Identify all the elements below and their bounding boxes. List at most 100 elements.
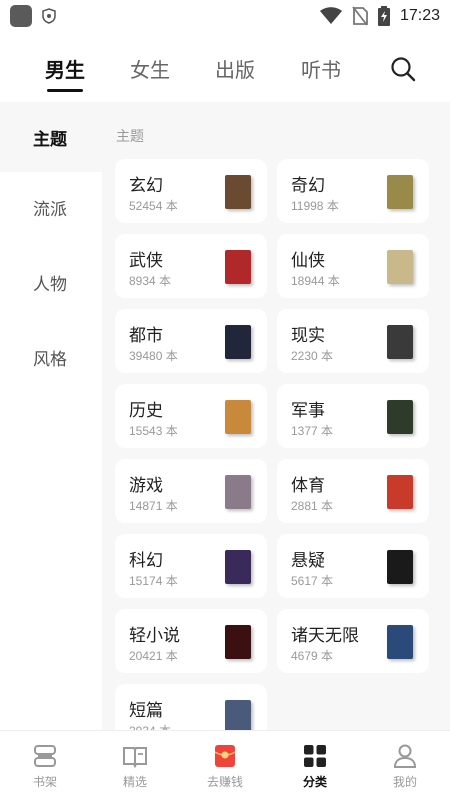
status-bar: 17:23 xyxy=(0,0,450,32)
category-card[interactable]: 仙侠 18944 本 xyxy=(277,234,429,298)
category-name: 轻小说 xyxy=(129,626,180,646)
book-count-unit: 本 xyxy=(165,349,178,363)
category-grid: 主题 玄幻 52454 本奇幻 11998 本武侠 8934 本仙侠 18944 本都市… xyxy=(102,102,450,730)
nav-label: 分类 xyxy=(302,775,327,789)
category-book-count: 39480 本 xyxy=(129,347,178,364)
category-card[interactable]: 军事 1377 本 xyxy=(277,384,429,448)
category-book-count: 5617 本 xyxy=(291,572,333,589)
nav-earn[interactable]: 去赚钱 xyxy=(180,731,270,800)
red-envelope-icon xyxy=(214,745,236,767)
book-count-number: 39480 xyxy=(129,349,163,363)
tab-audiobook[interactable]: 听书 xyxy=(301,54,341,83)
category-card[interactable]: 都市 39480 本 xyxy=(115,309,267,373)
category-sidebar: 主题 流派 人物 风格 xyxy=(0,102,102,730)
bottom-nav-bar: 书架 精选 去赚钱 分类 我的 xyxy=(0,730,450,800)
tab-publish[interactable]: 出版 xyxy=(215,54,255,83)
book-count-unit: 本 xyxy=(165,499,178,513)
book-cover-thumbnail xyxy=(225,175,251,209)
sidebar-item-genre[interactable]: 流派 xyxy=(0,172,102,242)
book-count-number: 8934 xyxy=(129,274,156,288)
category-book-count: 2934 本 xyxy=(129,722,171,730)
book-count-number: 52454 xyxy=(129,199,163,213)
book-count-unit: 本 xyxy=(165,199,178,213)
nav-label: 我的 xyxy=(392,775,417,789)
book-count-number: 15543 xyxy=(129,424,163,438)
book-count-unit: 本 xyxy=(165,424,178,438)
open-book-icon xyxy=(123,747,147,769)
book-count-number: 1377 xyxy=(291,424,318,438)
nav-bookshelf[interactable]: 书架 xyxy=(0,731,90,800)
book-count-unit: 本 xyxy=(321,424,334,438)
category-name: 奇幻 xyxy=(291,176,325,196)
category-name: 现实 xyxy=(291,326,325,346)
book-cover-thumbnail xyxy=(225,325,251,359)
category-book-count: 2230 本 xyxy=(291,347,333,364)
book-cover-thumbnail xyxy=(387,550,413,584)
book-cover-thumbnail xyxy=(387,325,413,359)
grid-icon xyxy=(304,745,326,767)
category-book-count: 15174 本 xyxy=(129,572,178,589)
book-cover-thumbnail xyxy=(225,400,251,434)
category-book-count: 18944 本 xyxy=(291,272,340,289)
book-count-unit: 本 xyxy=(327,274,340,288)
category-name: 科幻 xyxy=(129,551,163,571)
category-name: 体育 xyxy=(291,476,325,496)
section-title: 主题 xyxy=(116,129,144,145)
tab-male[interactable]: 男生 xyxy=(45,54,85,83)
category-name: 历史 xyxy=(129,401,163,421)
book-count-number: 2230 xyxy=(291,349,318,363)
category-name: 诸天无限 xyxy=(291,626,359,646)
book-cover-thumbnail xyxy=(387,475,413,509)
no-sim-icon xyxy=(352,6,368,26)
category-card[interactable]: 现实 2230 本 xyxy=(277,309,429,373)
person-icon xyxy=(393,744,417,768)
book-cover-thumbnail xyxy=(225,625,251,659)
book-count-number: 11998 xyxy=(291,199,324,213)
book-count-unit: 本 xyxy=(165,649,178,663)
book-count-number: 20421 xyxy=(129,649,163,663)
book-count-unit: 本 xyxy=(165,574,178,588)
category-name: 武侠 xyxy=(129,251,163,271)
book-cover-thumbnail xyxy=(225,250,251,284)
book-count-unit: 本 xyxy=(321,574,334,588)
top-tab-bar: 男生 女生 出版 听书 xyxy=(0,32,450,102)
nav-label: 去赚钱 xyxy=(206,775,243,789)
book-count-number: 4679 xyxy=(291,649,318,663)
category-name: 军事 xyxy=(291,401,325,421)
book-cover-thumbnail xyxy=(387,250,413,284)
category-card[interactable]: 奇幻 11998 本 xyxy=(277,159,429,223)
nav-profile[interactable]: 我的 xyxy=(360,731,450,800)
sidebar-item-theme[interactable]: 主题 xyxy=(0,102,102,172)
search-icon[interactable] xyxy=(390,56,416,82)
nav-featured[interactable]: 精选 xyxy=(90,731,180,800)
nav-category[interactable]: 分类 xyxy=(270,731,360,800)
category-card[interactable]: 悬疑 5617 本 xyxy=(277,534,429,598)
category-book-count: 52454 本 xyxy=(129,197,178,214)
category-book-count: 2881 本 xyxy=(291,497,333,514)
sidebar-item-character[interactable]: 人物 xyxy=(0,247,102,317)
nav-label: 精选 xyxy=(122,775,147,789)
active-tab-indicator xyxy=(47,89,83,92)
book-count-unit: 本 xyxy=(321,649,334,663)
category-card[interactable]: 科幻 15174 本 xyxy=(115,534,267,598)
category-card[interactable]: 诸天无限 4679 本 xyxy=(277,609,429,673)
category-card[interactable]: 玄幻 52454 本 xyxy=(115,159,267,223)
tab-female[interactable]: 女生 xyxy=(130,54,170,83)
category-card[interactable]: 武侠 8934 本 xyxy=(115,234,267,298)
status-time: 17:23 xyxy=(399,7,440,24)
book-count-number: 15174 xyxy=(129,574,163,588)
category-card[interactable]: 体育 2881 本 xyxy=(277,459,429,523)
category-book-count: 15543 本 xyxy=(129,422,178,439)
category-book-count: 8934 本 xyxy=(129,272,171,289)
category-book-count: 4679 本 xyxy=(291,647,333,664)
book-count-unit: 本 xyxy=(321,349,334,363)
category-card[interactable]: 历史 15543 本 xyxy=(115,384,267,448)
category-name: 都市 xyxy=(129,326,163,346)
category-name: 游戏 xyxy=(129,476,163,496)
sidebar-item-style[interactable]: 风格 xyxy=(0,322,102,392)
category-card[interactable]: 轻小说 20421 本 xyxy=(115,609,267,673)
category-card[interactable]: 短篇2934 本 xyxy=(115,684,267,730)
book-cover-thumbnail xyxy=(225,700,251,730)
category-book-count: 11998 本 xyxy=(291,197,339,214)
category-card[interactable]: 游戏 14871 本 xyxy=(115,459,267,523)
